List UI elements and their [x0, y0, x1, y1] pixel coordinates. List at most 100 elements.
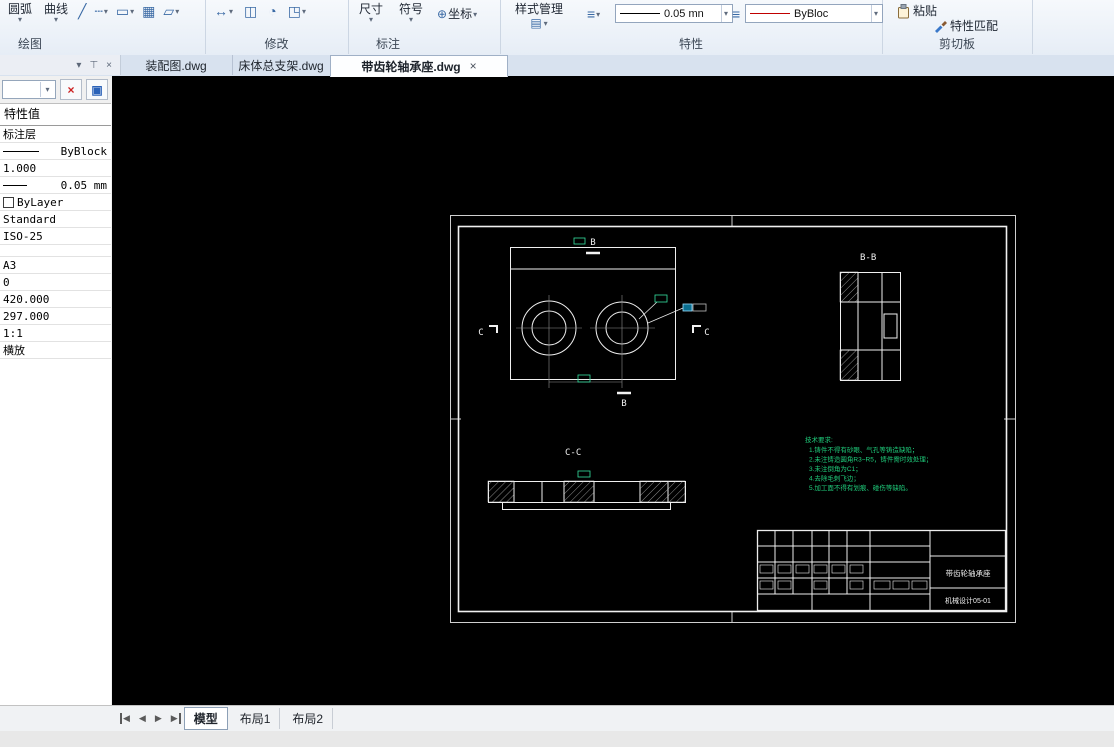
menu-icon: ≡: [732, 6, 741, 22]
palette-close-icon[interactable]: ×: [106, 60, 112, 71]
tab-layout1[interactable]: 布局1: [231, 708, 281, 729]
prev-layout-button[interactable]: ◀: [139, 713, 146, 724]
main-view: [510, 247, 676, 380]
array-icon: ◳: [287, 3, 301, 19]
copy-icon: ◫: [244, 3, 258, 19]
doc-tab-bed-frame[interactable]: 床体总支架.dwg: [217, 55, 346, 75]
color-value: ByBloc: [794, 7, 829, 20]
line-tool-button[interactable]: ╱: [75, 1, 89, 21]
next-layout-button[interactable]: ▶: [155, 713, 162, 724]
chevron-down-icon: [54, 16, 58, 23]
hatch-tool-button[interactable]: ▦: [139, 1, 158, 21]
chevron-down-icon: [18, 16, 22, 23]
last-layout-button[interactable]: ▶: [171, 713, 181, 724]
group-label-annotate: 标注: [375, 37, 400, 51]
property-row-margin[interactable]: 0: [0, 274, 111, 291]
property-row-layer[interactable]: 标注层: [0, 126, 111, 143]
select-objects-button[interactable]: ▣: [86, 79, 108, 100]
property-value: 420.000: [3, 292, 50, 306]
linetype-tool-button[interactable]: ┄: [91, 1, 110, 21]
section-label-c-left: C: [478, 328, 483, 338]
coordinate-button[interactable]: ⊕ 坐标: [434, 4, 480, 24]
property-row-text-style[interactable]: Standard: [0, 211, 111, 228]
palette-dropdown-icon[interactable]: ▾: [76, 60, 81, 71]
properties-palette: × ▣ 特性值 标注层 ByBlock 1.000 0.05 mm ByLaye…: [0, 76, 113, 705]
group-label-clipboard: 剪切板: [938, 37, 975, 51]
cad-drawing: B B C C B-B C-C 技术要求: 1.铸件不得有砂眼、气孔等铸造缺陷；…: [450, 215, 1016, 623]
property-row-paper-size[interactable]: A3: [0, 257, 111, 274]
palette-pin-icon[interactable]: ⊤: [89, 60, 98, 71]
curve-button[interactable]: 曲线: [39, 1, 73, 24]
style-manager-button[interactable]: 样式管理 ▤: [510, 1, 568, 31]
property-row-linetype-scale[interactable]: 1.000: [0, 160, 111, 177]
doc-tab-label: 带齿轮轴承座.dwg: [361, 59, 461, 74]
palette-titlebar: ▾ ⊤ ×: [0, 55, 121, 75]
property-value: 0.05 mm: [60, 178, 107, 192]
array-button[interactable]: ◳: [285, 1, 309, 21]
dimension-button[interactable]: 尺寸: [354, 1, 388, 24]
rotate-icon: ◔: [268, 3, 277, 19]
rectangle-tool-button[interactable]: ▭: [113, 1, 137, 21]
section-label-b-bottom: B: [621, 399, 626, 409]
first-layout-button[interactable]: ◀: [120, 713, 130, 724]
title-block-drawing-no: 机械设计05-01: [945, 596, 991, 605]
property-row-color[interactable]: ByBlock: [0, 143, 111, 160]
stretch-button[interactable]: ↔: [211, 1, 236, 21]
ribbon-group-properties: 样式管理 ▤ ≡ 0.05 mn ≡ ByBloc 特性: [500, 0, 883, 54]
match-properties-label: 特性匹配: [950, 19, 999, 33]
view-label-cc: C-C: [565, 448, 581, 458]
property-value: 297.000: [3, 309, 50, 323]
property-row-bylayer[interactable]: ByLayer: [0, 194, 111, 211]
property-value: ISO-25: [3, 229, 43, 243]
rotate-button[interactable]: ◔: [265, 1, 279, 21]
ribbon-group-draw: 圆弧 曲线 ╱ ┄ ▭ ▦ ▱: [0, 0, 206, 54]
symbol-button[interactable]: 符号: [394, 1, 428, 24]
dimension-button-label: 尺寸: [359, 2, 384, 16]
property-value: 横放: [3, 344, 25, 357]
arc-button[interactable]: 圆弧: [3, 1, 37, 24]
property-row-height[interactable]: 297.000: [0, 308, 111, 325]
layout-nav: ◀ ◀ ▶ ▶: [120, 713, 181, 724]
centerlines: [516, 295, 655, 388]
checkbox[interactable]: [3, 196, 14, 208]
menu-icon: ≡: [587, 6, 596, 22]
property-row-scale[interactable]: 1:1: [0, 325, 111, 342]
doc-tab-gear-bearing-seat[interactable]: 带齿轮轴承座.dwg ×: [330, 55, 508, 77]
property-row-orientation[interactable]: 横放: [0, 342, 111, 359]
tab-model[interactable]: 模型: [183, 707, 228, 730]
color-select[interactable]: ByBloc: [745, 4, 883, 23]
dashed-line-icon: ┄: [94, 3, 103, 19]
property-row-dim-style[interactable]: ISO-25: [0, 228, 111, 245]
chevron-down-icon: [874, 10, 878, 17]
select-icon: ▣: [91, 82, 103, 97]
tab-close-icon[interactable]: ×: [470, 59, 477, 73]
chevron-down-icon: [229, 8, 233, 15]
brush-icon: [935, 21, 947, 33]
group-label-properties: 特性: [678, 37, 703, 51]
polygon-tool-button[interactable]: ▱: [160, 1, 182, 21]
property-filter-select[interactable]: [2, 80, 56, 99]
match-properties-button[interactable]: 特性匹配: [930, 16, 1001, 36]
chevron-down-icon: [724, 10, 728, 17]
property-row-width[interactable]: 420.000: [0, 291, 111, 308]
coordinate-button-label: 坐标: [448, 7, 473, 21]
property-value: 1.000: [3, 161, 37, 175]
property-row-lineweight[interactable]: 0.05 mm: [0, 177, 111, 194]
tech-line-4: 4.去除毛刺飞边；: [809, 474, 860, 483]
property-value: 1:1: [3, 326, 23, 340]
chevron-down-icon: [302, 8, 306, 15]
lineweight-select[interactable]: 0.05 mn: [615, 4, 733, 23]
polygon-icon: ▱: [163, 3, 175, 19]
linetype-menu-icon-button[interactable]: ≡: [729, 4, 743, 24]
layer-menu-button[interactable]: ≡: [584, 4, 603, 24]
dimension-boxes: [573, 237, 707, 383]
palette-toolbar: × ▣: [0, 76, 114, 103]
tab-layout2[interactable]: 布局2: [283, 708, 334, 729]
copy-button[interactable]: ◫: [241, 1, 260, 21]
property-value: 0: [3, 275, 10, 289]
drawing-canvas[interactable]: B B C C B-B C-C 技术要求: 1.铸件不得有砂眼、气孔等铸造缺陷；…: [112, 76, 1114, 705]
clear-selection-button[interactable]: ×: [60, 79, 82, 100]
view-cc: [487, 470, 686, 510]
chevron-down-icon: [369, 16, 373, 23]
section-label-b-top: B: [590, 238, 595, 248]
